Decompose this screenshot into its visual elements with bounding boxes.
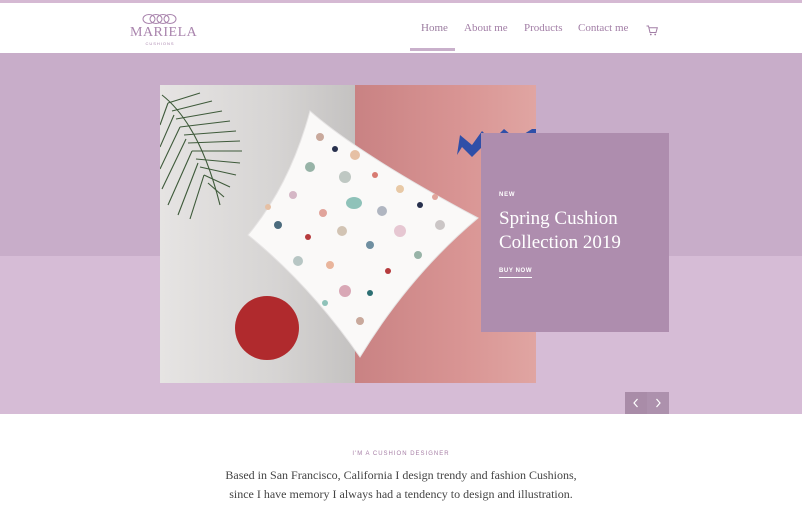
nav-item-contact[interactable]: Contact me — [578, 22, 628, 34]
intro-line-1: Based in San Francisco, California I des… — [225, 468, 577, 482]
brand-logo[interactable]: MARIELA CUSHIONS — [130, 13, 198, 47]
logo-rings-icon — [142, 14, 177, 24]
intro-eyebrow: I'M A CUSHION DESIGNER — [352, 451, 450, 457]
hero-image — [160, 85, 536, 383]
brand-tagline: CUSHIONS — [145, 41, 175, 46]
nav-item-home[interactable]: Home — [421, 22, 448, 34]
intro-line-2: since I have memory I always had a tende… — [229, 487, 573, 501]
chevron-right-icon — [656, 398, 661, 408]
nav-item-products[interactable]: Products — [524, 22, 563, 34]
site-header: MARIELA CUSHIONS Home About me Products … — [0, 3, 802, 53]
slider-next-button[interactable] — [647, 392, 669, 414]
palm-leaf-icon — [160, 92, 242, 220]
promo-title: Spring Cushion Collection 2019 — [499, 208, 621, 253]
buy-now-link[interactable]: BUY NOW — [499, 268, 533, 278]
chevron-left-icon — [633, 398, 638, 408]
promo-tag: NEW — [499, 192, 516, 198]
brand-name: MARIELA — [130, 25, 198, 40]
nav-active-indicator — [410, 48, 455, 51]
nav-item-about[interactable]: About me — [464, 22, 508, 34]
cushion-illustration — [160, 92, 536, 360]
cart-icon[interactable] — [646, 23, 658, 36]
promo-card: NEW Spring Cushion Collection 2019 BUY N… — [481, 133, 669, 332]
slider-prev-button[interactable] — [625, 392, 647, 414]
intro-text: Based in San Francisco, California I des… — [0, 466, 802, 504]
